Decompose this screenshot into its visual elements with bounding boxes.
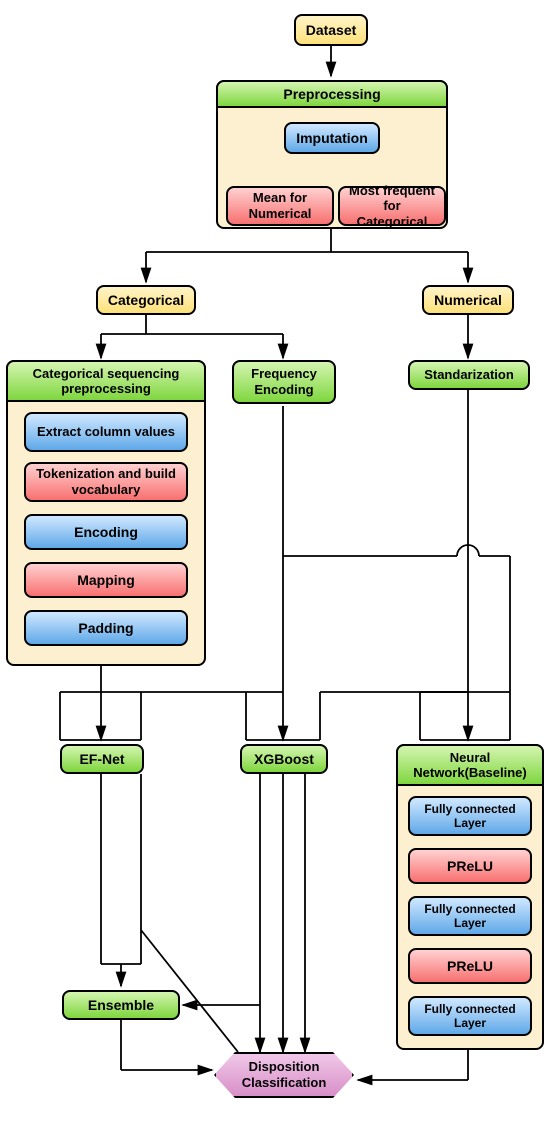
fc1-label: Fully connected Layer bbox=[418, 802, 522, 831]
fc2-node: Fully connected Layer bbox=[408, 896, 532, 936]
xgboost-node: XGBoost bbox=[240, 744, 328, 774]
encoding-node: Encoding bbox=[24, 514, 188, 550]
preprocessing-header: Preprocessing bbox=[216, 80, 448, 108]
prelu2-label: PReLU bbox=[447, 958, 493, 975]
fc3-label: Fully connected Layer bbox=[418, 1002, 522, 1031]
nn-header: Neural Network(Baseline) bbox=[396, 744, 544, 786]
preprocessing-header-label: Preprocessing bbox=[283, 86, 380, 102]
nn-panel: Neural Network(Baseline) Fully connected… bbox=[396, 744, 544, 1050]
tokenize-label: Tokenization and build vocabulary bbox=[34, 466, 178, 497]
mean-numerical-label: Mean for Numerical bbox=[236, 190, 324, 221]
prelu1-node: PReLU bbox=[408, 848, 532, 884]
prelu2-node: PReLU bbox=[408, 948, 532, 984]
efnet-node: EF-Net bbox=[60, 744, 144, 774]
xgboost-label: XGBoost bbox=[254, 751, 314, 768]
mean-numerical-node: Mean for Numerical bbox=[226, 186, 334, 226]
ensemble-node: Ensemble bbox=[62, 990, 180, 1020]
nn-header-label: Neural Network(Baseline) bbox=[413, 750, 526, 780]
extractcol-label: Extract column values bbox=[37, 424, 175, 440]
preprocessing-panel: Preprocessing Imputation Mean for Numeri… bbox=[216, 80, 448, 229]
categorical-label: Categorical bbox=[108, 292, 184, 309]
freqenc-node: Frequency Encoding bbox=[232, 360, 336, 404]
categorical-node: Categorical bbox=[96, 285, 196, 315]
dataset-label: Dataset bbox=[306, 22, 357, 39]
fc2-label: Fully connected Layer bbox=[418, 902, 522, 931]
catseq-header-label: Categorical sequencing preprocessing bbox=[33, 366, 180, 396]
mostfreq-cat-node: Most frequent for Categorical bbox=[338, 186, 446, 226]
freqenc-label: Frequency Encoding bbox=[242, 366, 326, 397]
ensemble-label: Ensemble bbox=[88, 997, 154, 1014]
catseq-header: Categorical sequencing preprocessing bbox=[6, 360, 206, 402]
encoding-label: Encoding bbox=[74, 524, 138, 541]
efnet-label: EF-Net bbox=[79, 751, 124, 768]
numerical-label: Numerical bbox=[434, 292, 502, 309]
catseq-panel: Categorical sequencing preprocessing Ext… bbox=[6, 360, 206, 666]
standarization-node: Standarization bbox=[408, 360, 530, 390]
mapping-node: Mapping bbox=[24, 562, 188, 598]
tokenize-node: Tokenization and build vocabulary bbox=[24, 462, 188, 502]
dataset-node: Dataset bbox=[294, 14, 368, 46]
imputation-node: Imputation bbox=[284, 122, 380, 154]
prelu1-label: PReLU bbox=[447, 858, 493, 875]
fc3-node: Fully connected Layer bbox=[408, 996, 532, 1036]
mapping-label: Mapping bbox=[77, 572, 135, 589]
disposition-label: Disposition Classification bbox=[224, 1059, 344, 1090]
numerical-node: Numerical bbox=[422, 285, 514, 315]
padding-node: Padding bbox=[24, 610, 188, 646]
imputation-label: Imputation bbox=[296, 130, 368, 147]
disposition-node: Disposition Classification bbox=[214, 1052, 354, 1098]
extractcol-node: Extract column values bbox=[24, 412, 188, 452]
standarization-label: Standarization bbox=[424, 367, 514, 383]
mostfreq-label: Most frequent for Categorical bbox=[348, 183, 436, 230]
fc1-node: Fully connected Layer bbox=[408, 796, 532, 836]
padding-label: Padding bbox=[78, 620, 133, 637]
